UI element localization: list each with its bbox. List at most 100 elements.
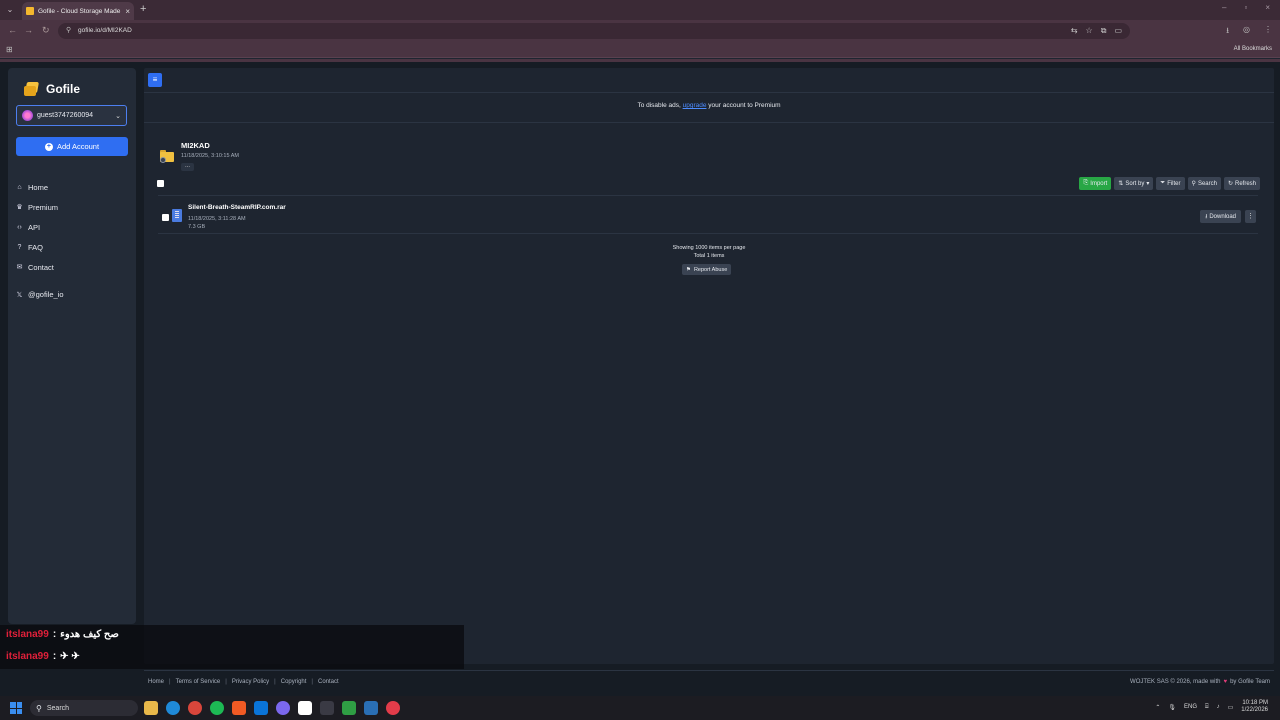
forward-icon[interactable]: → — [24, 25, 33, 35]
brand-name: Gofile — [46, 82, 81, 96]
sidebar-item-contact[interactable]: ✉ Contact — [16, 257, 128, 277]
account-select[interactable]: guest3747260094 ⌄ — [16, 105, 127, 126]
network-icon[interactable]: ⌸ — [1205, 704, 1209, 711]
menu-dots-icon[interactable]: ⋮ — [1264, 25, 1272, 39]
sidebar-item-home[interactable]: ⌂ Home — [16, 177, 128, 197]
maximize-icon[interactable]: ▫ — [1244, 3, 1247, 12]
translate-icon[interactable]: ⇆ — [1071, 26, 1078, 36]
file-name[interactable]: Silent-Breath-SteamRIP.com.rar — [188, 204, 286, 211]
credit-text: WOJTEK SAS © 2026, made with — [1130, 679, 1221, 685]
windows-start-icon[interactable] — [10, 702, 22, 714]
taskbar-search[interactable]: ⚲ Search — [30, 700, 138, 716]
all-bookmarks[interactable]: All Bookmarks — [1234, 46, 1272, 52]
microphone-icon[interactable]: 🎙 — [1168, 704, 1176, 711]
file-explorer-icon[interactable] — [144, 701, 158, 715]
select-all-checkbox[interactable] — [157, 180, 164, 187]
roblox-icon[interactable] — [298, 701, 312, 715]
filter-icon: ⏷ — [1160, 180, 1166, 186]
upgrade-link[interactable]: upgrade — [683, 102, 707, 109]
search-button[interactable]: ⚲ Search — [1187, 177, 1221, 190]
address-bar[interactable]: ⚲ gofile.io/d/MI2KAD ⇆ ☆ ⧉ ▭ — [58, 23, 1130, 39]
edge-icon[interactable] — [166, 701, 180, 715]
items-per-page-text: Showing 1000 items per page — [672, 245, 746, 251]
footer-link-home[interactable]: Home — [148, 679, 164, 685]
apps-grid-icon[interactable]: ⊞ — [6, 45, 13, 54]
url-text[interactable]: gofile.io/d/MI2KAD — [78, 27, 132, 34]
steam-icon[interactable] — [364, 701, 378, 715]
social-link-x[interactable]: 𝕏 @gofile_io — [16, 290, 64, 299]
import-button[interactable]: ⎘ Import — [1079, 177, 1112, 190]
close-window-icon[interactable]: × — [1265, 3, 1270, 12]
system-tray: ⌃ 🎙 ENG ⌸ ♪ ▭ 10:18 PM 1/22/2026 — [1155, 700, 1268, 714]
refresh-button[interactable]: ↻ Refresh — [1223, 177, 1260, 190]
tab-close-icon[interactable]: × — [125, 7, 130, 16]
back-icon[interactable]: ← — [8, 25, 17, 35]
chat-text: ✈ ✈ — [60, 651, 80, 662]
clock[interactable]: 10:18 PM 1/22/2026 — [1241, 700, 1268, 714]
chat-text: صح كيف هدوء — [60, 629, 119, 640]
spotify-icon[interactable] — [210, 701, 224, 715]
footer-link-privacy[interactable]: Privacy Policy — [232, 679, 269, 685]
download-button[interactable]: ⭳ Download — [1200, 210, 1241, 223]
folder-status-icon — [160, 157, 166, 163]
footer-link-terms[interactable]: Terms of Service — [176, 679, 221, 685]
sidebar-item-premium[interactable]: ♛ Premium — [16, 197, 128, 217]
profile-icon[interactable]: ◎ — [1243, 25, 1250, 39]
browser-tab[interactable]: Gofile - Cloud Storage Made Si × — [22, 2, 134, 20]
volume-icon[interactable]: ♪ — [1217, 704, 1220, 710]
envelope-icon: ✉ — [16, 264, 23, 271]
file-size: 7.3 GB — [188, 224, 206, 230]
crown-icon: ♛ — [16, 204, 23, 211]
account-name: guest3747260094 — [37, 112, 94, 119]
bookmark-star-icon[interactable]: ☆ — [1086, 26, 1093, 36]
reload-icon[interactable]: ↻ — [42, 25, 50, 36]
chrome-icon[interactable] — [188, 701, 202, 715]
home-icon: ⌂ — [17, 183, 22, 191]
folder-options-button[interactable]: ... — [181, 163, 194, 171]
download-label: Download — [1209, 213, 1236, 220]
minimize-icon[interactable]: – — [1222, 3, 1226, 12]
tab-list-icon[interactable]: ⌄ — [4, 4, 16, 16]
sidebar-item-api[interactable]: ‹› API — [16, 217, 128, 237]
obs-icon[interactable] — [386, 701, 400, 715]
report-abuse-label: Report Abuse — [693, 266, 728, 273]
brave-icon[interactable] — [232, 701, 246, 715]
new-tab-icon[interactable]: + — [140, 3, 146, 15]
taskbar-search-label: Search — [46, 704, 70, 712]
file-options-icon[interactable]: ⋮ — [1245, 210, 1256, 223]
sort-button[interactable]: ⇅ Sort by ▾ — [1114, 177, 1154, 190]
sidebar-item-label: Contact — [28, 262, 54, 272]
filter-button[interactable]: ⏷ Filter — [1156, 177, 1185, 190]
ad-notice: To disable ads, upgrade your account to … — [144, 102, 1274, 109]
cast-icon[interactable]: ▭ — [1114, 26, 1122, 36]
clock-date: 1/22/2026 — [1241, 707, 1268, 713]
footer-link-contact[interactable]: Contact — [318, 679, 339, 685]
extensions-icon[interactable]: ⧉ — [1101, 26, 1107, 36]
search-label: Search — [1197, 180, 1217, 187]
tray-overflow-icon[interactable]: ⌃ — [1155, 704, 1160, 711]
add-account-button[interactable]: + Add Account — [16, 137, 128, 156]
credit-text: by Gofile Team — [1230, 679, 1270, 685]
discord-icon[interactable] — [276, 701, 290, 715]
store-icon[interactable] — [254, 701, 268, 715]
battery-icon[interactable]: ▭ — [1228, 704, 1234, 711]
file-checkbox[interactable] — [162, 214, 169, 221]
plus-circle-icon: + — [44, 142, 53, 151]
brand-logo[interactable]: Gofile — [24, 82, 80, 96]
site-info-icon[interactable]: ⚲ — [66, 26, 71, 34]
stream-chat-overlay: itslana99 : صح كيف هدوء itslana99 : ✈ ✈ — [0, 625, 464, 669]
os-taskbar: ⚲ Search ⌃ 🎙 ENG ⌸ ♪ ▭ 10:18 PM 1/22/202… — [0, 696, 1280, 720]
filter-label: Filter — [1167, 180, 1181, 187]
report-abuse-button[interactable]: ⚑ Report Abuse — [682, 264, 732, 275]
gofile-favicon-icon — [26, 7, 34, 15]
sidebar-item-faq[interactable]: ? FAQ — [16, 237, 128, 257]
sidebar-item-label: Premium — [28, 202, 59, 212]
footer-link-copyright[interactable]: Copyright — [281, 679, 307, 685]
footer-links: Home | Terms of Service | Privacy Policy | … — [148, 679, 339, 685]
x-logo-icon: 𝕏 — [16, 291, 23, 299]
downloads-icon[interactable]: ⭳ — [1226, 25, 1229, 39]
nvidia-icon[interactable] — [342, 701, 356, 715]
menu-toggle-button[interactable]: ≡ — [148, 73, 162, 87]
language-indicator[interactable]: ENG — [1184, 704, 1197, 710]
terminal-icon[interactable] — [320, 701, 334, 715]
